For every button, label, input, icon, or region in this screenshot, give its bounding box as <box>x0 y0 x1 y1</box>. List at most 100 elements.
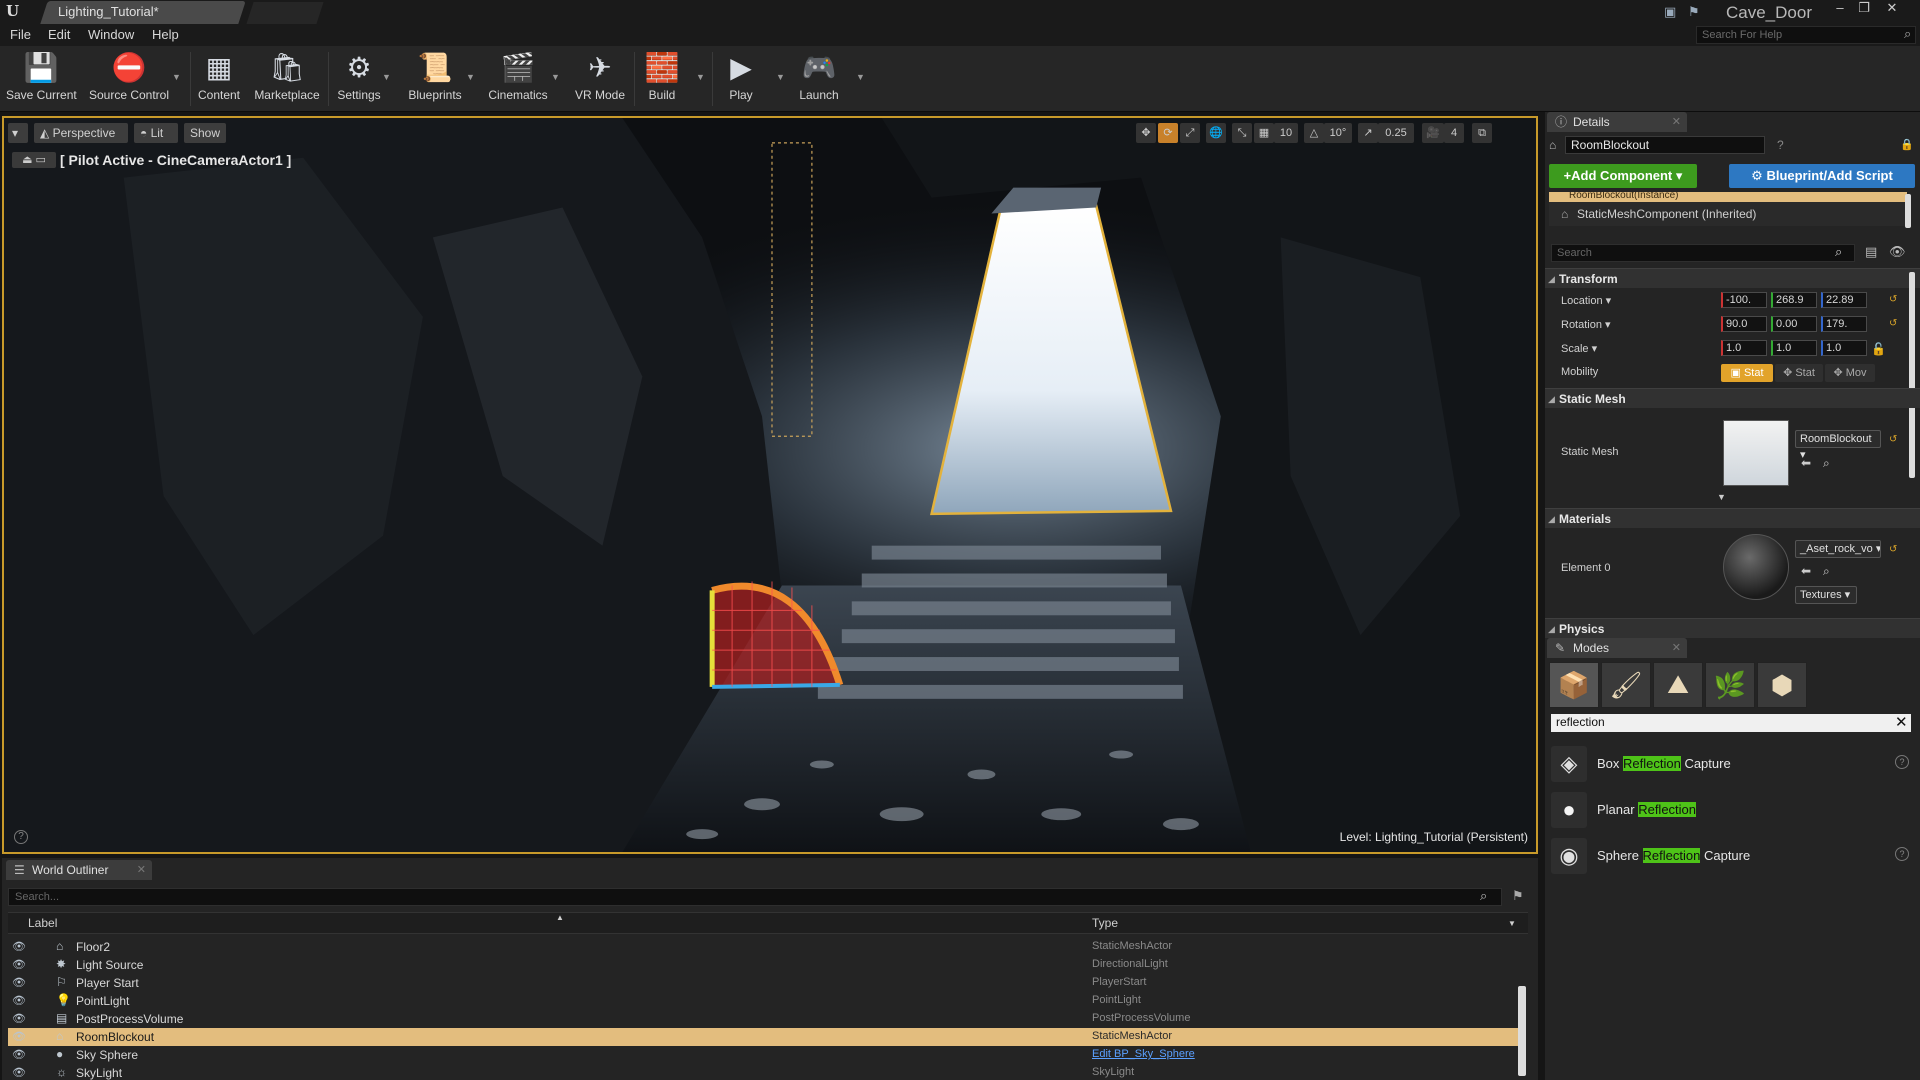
settings-dropdown-icon[interactable]: ▼ <box>382 72 391 82</box>
outliner-row-selected[interactable]: 👁 ⌂ RoomBlockout StaticMeshActor <box>8 1028 1518 1046</box>
sort-ascending-icon[interactable]: ▲ <box>556 913 564 922</box>
outliner-row[interactable]: 👁 ▤ PostProcessVolume PostProcessVolume <box>8 1010 1518 1028</box>
mobility-stationary-button[interactable]: ✥ Stat <box>1775 364 1823 382</box>
help-icon[interactable]: ? <box>1895 847 1909 861</box>
source-control-dropdown-icon[interactable]: ▼ <box>172 72 181 82</box>
surface-snap-icon[interactable]: ⤡ <box>1232 123 1252 143</box>
lock-scale-icon[interactable]: 🔓 <box>1871 342 1886 356</box>
reset-to-default-icon[interactable]: ↺ <box>1889 434 1897 445</box>
column-options-icon[interactable]: ▼ <box>1508 919 1516 928</box>
help-search-input[interactable]: Search For Help <box>1696 26 1916 44</box>
location-y-field[interactable]: 268.9 <box>1771 292 1817 308</box>
show-button[interactable]: Show <box>184 123 226 143</box>
mobility-movable-button[interactable]: ✥ Mov <box>1825 364 1875 382</box>
close-tab-icon[interactable]: ✕ <box>1672 638 1681 658</box>
static-mesh-thumbnail[interactable] <box>1723 420 1789 486</box>
outliner-scrollbar[interactable] <box>1518 986 1526 1076</box>
location-label[interactable]: Location ▾ <box>1561 294 1611 307</box>
static-mesh-section-header[interactable]: ◢ Static Mesh <box>1545 388 1920 408</box>
foliage-mode-icon[interactable]: 🌿 <box>1705 662 1755 708</box>
outliner-row[interactable]: 👁 ☼ SkyLight SkyLight <box>8 1064 1518 1080</box>
visibility-eye-icon[interactable]: 👁 <box>12 1012 26 1025</box>
column-label[interactable]: Label <box>28 916 57 930</box>
visibility-eye-icon[interactable]: 👁 <box>12 994 26 1007</box>
rotation-x-field[interactable]: 90.0 <box>1721 316 1767 332</box>
blueprint-add-script-button[interactable]: ⚙ Blueprint/Add Script <box>1729 164 1915 188</box>
grid-snap-icon[interactable]: ▦ <box>1254 123 1274 143</box>
world-space-icon[interactable]: 🌐 <box>1206 123 1226 143</box>
reset-to-default-icon[interactable]: ↺ <box>1889 318 1897 329</box>
rotation-y-field[interactable]: 0.00 <box>1771 316 1817 332</box>
paint-mode-icon[interactable]: 🖌 <box>1601 662 1651 708</box>
lock-icon[interactable]: 🔒 <box>1900 138 1914 151</box>
browse-search-icon[interactable]: ⌕ <box>1823 456 1830 471</box>
visibility-eye-icon[interactable]: 👁 <box>12 976 26 989</box>
maximize-viewport-icon[interactable]: ⧉ <box>1472 123 1492 143</box>
scale-label[interactable]: Scale ▾ <box>1561 342 1597 355</box>
component-instance-row[interactable]: RoomBlockout(Instance) <box>1549 192 1907 202</box>
grid-snap-value[interactable]: 10 <box>1274 123 1298 143</box>
rotate-icon[interactable]: ⟳ <box>1158 123 1178 143</box>
help-icon[interactable]: ? <box>1895 755 1909 769</box>
rotation-label[interactable]: Rotation ▾ <box>1561 318 1611 331</box>
outliner-search-input[interactable]: Search... <box>8 888 1502 906</box>
visibility-eye-icon[interactable]: 👁 <box>12 958 26 971</box>
view-options-eye-icon[interactable]: 👁 <box>1889 244 1906 260</box>
new-tab-slot[interactable] <box>246 2 324 24</box>
rotation-z-field[interactable]: 179. <box>1821 316 1867 332</box>
menu-edit[interactable]: Edit <box>48 27 70 42</box>
close-tab-icon[interactable]: ✕ <box>137 860 146 880</box>
geometry-mode-icon[interactable]: ⬢ <box>1757 662 1807 708</box>
outliner-settings-icon[interactable]: ⚑ <box>1512 888 1524 904</box>
use-selected-arrow-icon[interactable]: ⬅ <box>1801 564 1811 578</box>
chat-icon[interactable]: ▣ <box>1664 4 1676 20</box>
scale-snap-icon[interactable]: ↗ <box>1358 123 1378 143</box>
close-tab-icon[interactable]: ✕ <box>1672 112 1681 132</box>
static-mesh-dropdown[interactable]: RoomBlockout ▾ <box>1795 430 1881 461</box>
play-button[interactable]: ▶ Play <box>718 48 764 108</box>
camera-speed-value[interactable]: 4 <box>1444 123 1464 143</box>
place-item-box-reflection-capture[interactable]: ◈ Box Reflection Capture ? <box>1551 744 1915 784</box>
search-icon[interactable]: ⌕ <box>1904 26 1911 42</box>
reset-to-default-icon[interactable]: ↺ <box>1889 294 1897 305</box>
play-dropdown-icon[interactable]: ▼ <box>776 72 785 82</box>
textures-dropdown[interactable]: Textures ▾ <box>1795 586 1857 604</box>
marketplace-button[interactable]: 🛍 Marketplace <box>250 48 324 108</box>
transform-section-header[interactable]: ◢ Transform <box>1545 268 1920 288</box>
actor-name-field[interactable]: RoomBlockout <box>1565 136 1765 154</box>
vr-mode-button[interactable]: ✈ VR Mode <box>572 48 628 108</box>
details-scrollbar[interactable] <box>1909 272 1915 478</box>
components-scrollbar[interactable] <box>1905 194 1911 228</box>
help-icon[interactable]: ? <box>1777 138 1784 152</box>
build-dropdown-icon[interactable]: ▼ <box>696 72 705 82</box>
blueprints-dropdown-icon[interactable]: ▼ <box>466 72 475 82</box>
location-x-field[interactable]: -100. <box>1721 292 1767 308</box>
column-type[interactable]: Type <box>1092 916 1118 930</box>
close-icon[interactable]: ✕ <box>1880 0 1904 18</box>
blueprints-button[interactable]: 📜 Blueprints <box>404 48 466 108</box>
materials-section-header[interactable]: ◢ Materials <box>1545 508 1920 528</box>
menu-window[interactable]: Window <box>88 27 134 42</box>
place-item-sphere-reflection-capture[interactable]: ◉ Sphere Reflection Capture ? <box>1551 836 1915 876</box>
level-viewport[interactable]: ▾ ◭ Perspective ◓ Lit Show ⏏ ▭ [ Pilot A… <box>2 116 1538 854</box>
modes-tab[interactable]: ✎ Modes ✕ <box>1547 638 1687 658</box>
help-icon[interactable]: ? <box>14 830 28 844</box>
material-thumbnail[interactable] <box>1723 534 1789 600</box>
outliner-row[interactable]: 👁 ⌂ Floor2 StaticMeshActor <box>8 938 1518 956</box>
outliner-row[interactable]: 👁 ⚐ Player Start PlayerStart <box>8 974 1518 992</box>
translate-icon[interactable]: ✥ <box>1136 123 1156 143</box>
visibility-eye-icon[interactable]: 👁 <box>12 1030 26 1043</box>
details-tab[interactable]: ⓘ Details ✕ <box>1547 112 1687 132</box>
visibility-eye-icon[interactable]: 👁 <box>12 1048 26 1061</box>
visibility-eye-icon[interactable]: 👁 <box>12 1066 26 1079</box>
place-search-input[interactable]: reflection <box>1551 714 1911 732</box>
expand-advanced-icon[interactable]: ▼ <box>1717 492 1726 502</box>
visibility-eye-icon[interactable]: 👁 <box>12 940 26 953</box>
search-icon[interactable]: ⌕ <box>1480 888 1487 904</box>
scale-icon[interactable]: ⤢ <box>1180 123 1200 143</box>
rotation-snap-value[interactable]: 10° <box>1324 123 1352 143</box>
mobility-static-button[interactable]: ▣ Stat <box>1721 364 1773 382</box>
rotation-snap-icon[interactable]: △ <box>1304 123 1324 143</box>
scale-z-field[interactable]: 1.0 <box>1821 340 1867 356</box>
perspective-button[interactable]: ◭ Perspective <box>34 123 128 143</box>
